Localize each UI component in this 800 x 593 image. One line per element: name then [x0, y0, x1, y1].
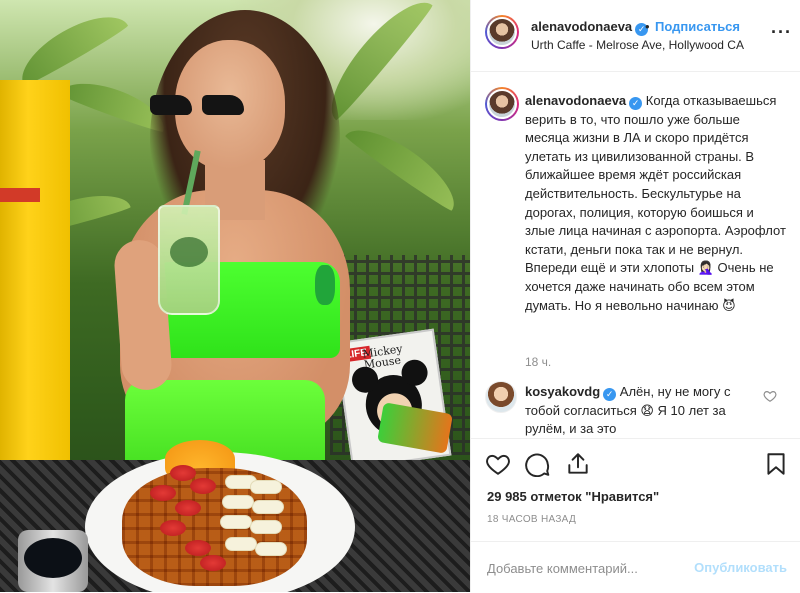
sunglasses — [150, 95, 250, 117]
author-username[interactable]: alenavodonaeva — [531, 19, 632, 34]
comment-icon[interactable] — [525, 451, 551, 477]
posted-time[interactable]: 18 ЧАСОВ НАЗАД — [487, 514, 576, 525]
strawberry-slice — [190, 478, 216, 494]
author-avatar[interactable] — [485, 15, 519, 49]
instagram-post: LIFE Mickey Mouse alenavodonaeva ✓ • Под… — [0, 0, 800, 592]
more-options-icon[interactable]: ··· — [771, 22, 792, 43]
strawberry-slice — [150, 485, 176, 501]
caption-time: 18 ч. — [525, 355, 552, 369]
banana-slice — [225, 537, 257, 551]
commenter-avatar[interactable] — [485, 381, 517, 413]
matcha-drink-cup — [158, 205, 220, 315]
coffee-cup — [18, 530, 88, 592]
verified-badge-icon: ✓ — [603, 388, 617, 401]
caption-text: Когда отказываешься верить в то, что пош… — [525, 93, 786, 313]
comment-username[interactable]: kosyakovdg — [525, 384, 600, 399]
strawberry-slice — [170, 465, 196, 481]
post-actions: 29 985 отметок "Нравится" 18 ЧАСОВ НАЗАД… — [471, 438, 800, 592]
strawberry-slice — [175, 500, 201, 516]
post-header: alenavodonaeva ✓ • Подписаться Urth Caffe… — [471, 0, 800, 72]
banana-slice — [250, 520, 282, 534]
verified-badge-icon: ✓ — [629, 97, 643, 110]
strawberry-slice — [160, 520, 186, 536]
publish-button[interactable]: Опубликовать — [694, 560, 787, 575]
post-location[interactable]: Urth Caffe - Melrose Ave, Hollywood CA — [531, 38, 744, 52]
share-icon[interactable] — [565, 451, 591, 477]
post-side-panel: alenavodonaeva ✓ • Подписаться Urth Caffe… — [470, 0, 800, 592]
banana-slice — [222, 495, 254, 509]
caption-username[interactable]: alenavodonaeva — [525, 93, 626, 108]
header-separator: • — [645, 19, 650, 34]
add-comment-input[interactable] — [487, 558, 687, 578]
caption: alenavodonaeva ✓ Когда отказываешься вери… — [525, 92, 787, 315]
banana-slice — [250, 480, 282, 494]
comment-like-heart-icon[interactable] — [763, 389, 777, 403]
strawberry-slice — [200, 555, 226, 571]
follow-button[interactable]: Подписаться — [655, 19, 740, 34]
pole-stripe — [0, 188, 40, 202]
author-name-row: alenavodonaeva ✓ — [531, 19, 649, 36]
likes-count[interactable]: 29 985 отметок "Нравится" — [487, 489, 659, 504]
banana-slice — [252, 500, 284, 514]
post-photo[interactable]: LIFE Mickey Mouse — [0, 0, 470, 592]
banana-slice — [255, 542, 287, 556]
caption-author-avatar[interactable] — [485, 87, 519, 121]
comments-section[interactable]: alenavodonaeva ✓ Когда отказываешься вери… — [471, 73, 800, 438]
bookmark-icon[interactable] — [763, 451, 789, 477]
strawberry-slice — [185, 540, 211, 556]
top-ornament — [315, 265, 335, 305]
comment: kosyakovdg ✓ Алён, ну не могу с тобой сог… — [525, 383, 745, 438]
cup-logo — [170, 237, 208, 267]
banana-slice — [220, 515, 252, 529]
heart-icon[interactable] — [485, 451, 511, 477]
add-comment-bar: Опубликовать — [471, 541, 800, 593]
